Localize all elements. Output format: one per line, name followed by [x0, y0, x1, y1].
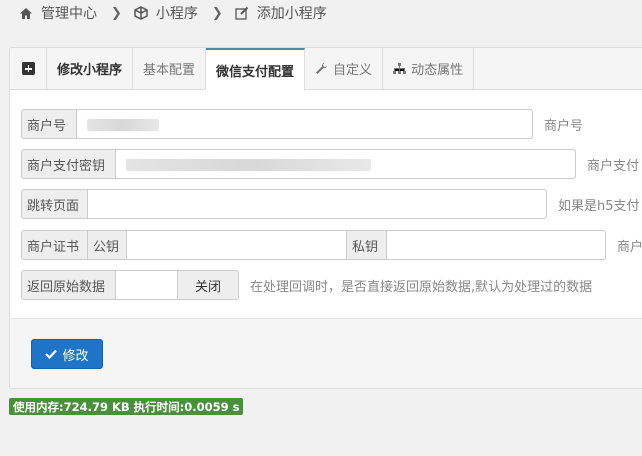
memory-usage-badge: 使用内存:724.79 KB 执行时间:0.0059 s: [9, 398, 244, 415]
private-key-label: 私钥: [347, 230, 387, 260]
tab-custom[interactable]: 自定义: [305, 48, 384, 89]
breadcrumb-home[interactable]: 管理中心: [41, 3, 97, 23]
tab-wechat-pay-config[interactable]: 微信支付配置: [206, 48, 306, 90]
sitemap-icon: [393, 62, 407, 75]
redirect-hint: 如果是h5支付: [558, 198, 640, 214]
tab-basic-config[interactable]: 基本配置: [133, 48, 207, 89]
merchant-id-row: 商户号 商户号: [21, 109, 583, 139]
modify-button[interactable]: 修改: [31, 339, 103, 369]
redirect-label: 跳转页面: [21, 189, 88, 219]
public-key-input[interactable]: [127, 230, 347, 260]
tab-edit-mini-program[interactable]: 修改小程序: [47, 48, 134, 89]
plus-square-icon: [21, 62, 35, 75]
redirect-input[interactable]: [88, 189, 547, 219]
form-footer: 修改: [10, 318, 642, 388]
raw-data-row: 返回原始数据 关闭 在处理回调时，是否直接返回原始数据,默认为处理过的数据: [21, 270, 592, 300]
cube-icon: [134, 6, 148, 20]
breadcrumb: 管理中心 ❯ 小程序 ❯ 添加小程序: [0, 0, 642, 26]
tab-add[interactable]: [10, 48, 47, 89]
config-panel: 修改小程序 基本配置 微信支付配置 自定义 动态属性 商户号 商户号 商户支付密…: [9, 47, 642, 389]
redacted-value: [126, 159, 371, 171]
tab-bar: 修改小程序 基本配置 微信支付配置 自定义 动态属性: [10, 48, 642, 90]
chevron-right-icon: ❯: [211, 5, 223, 21]
merchant-id-label: 商户号: [21, 109, 77, 139]
cert-label: 商户证书: [21, 230, 88, 260]
tab-dynamic-attributes[interactable]: 动态属性: [383, 48, 475, 89]
breadcrumb-mini-program[interactable]: 小程序: [156, 3, 198, 23]
raw-data-toggle[interactable]: 关闭: [116, 270, 239, 300]
public-key-label: 公钥: [88, 230, 127, 260]
wechat-pay-form: 商户号 商户号 商户支付密钥 商户支付 跳转页面 如果是h5支付 商户证书 公钥…: [10, 90, 642, 318]
check-icon: [45, 349, 58, 359]
merchant-id-input[interactable]: [77, 109, 533, 139]
merchant-key-hint: 商户支付: [587, 158, 640, 174]
cert-row: 商户证书 公钥 私钥 商户: [21, 230, 642, 260]
toggle-state[interactable]: 关闭: [178, 270, 239, 300]
wrench-icon: [315, 62, 328, 75]
merchant-key-input[interactable]: [116, 149, 576, 179]
raw-data-hint: 在处理回调时，是否直接返回原始数据,默认为处理过的数据: [250, 279, 593, 295]
cert-hint: 商户: [617, 239, 642, 255]
redirect-row: 跳转页面 如果是h5支付: [21, 189, 640, 219]
merchant-key-row: 商户支付密钥 商户支付: [21, 149, 639, 179]
breadcrumb-current: 添加小程序: [256, 6, 327, 22]
redacted-value: [87, 119, 159, 131]
merchant-key-label: 商户支付密钥: [21, 149, 116, 179]
chevron-right-icon: ❯: [111, 5, 122, 21]
home-icon: [19, 6, 33, 20]
raw-data-label: 返回原始数据: [21, 270, 116, 300]
edit-icon: [235, 6, 249, 20]
private-key-input[interactable]: [387, 230, 606, 260]
toggle-knob[interactable]: [116, 270, 178, 300]
merchant-id-hint: 商户号: [544, 118, 584, 134]
